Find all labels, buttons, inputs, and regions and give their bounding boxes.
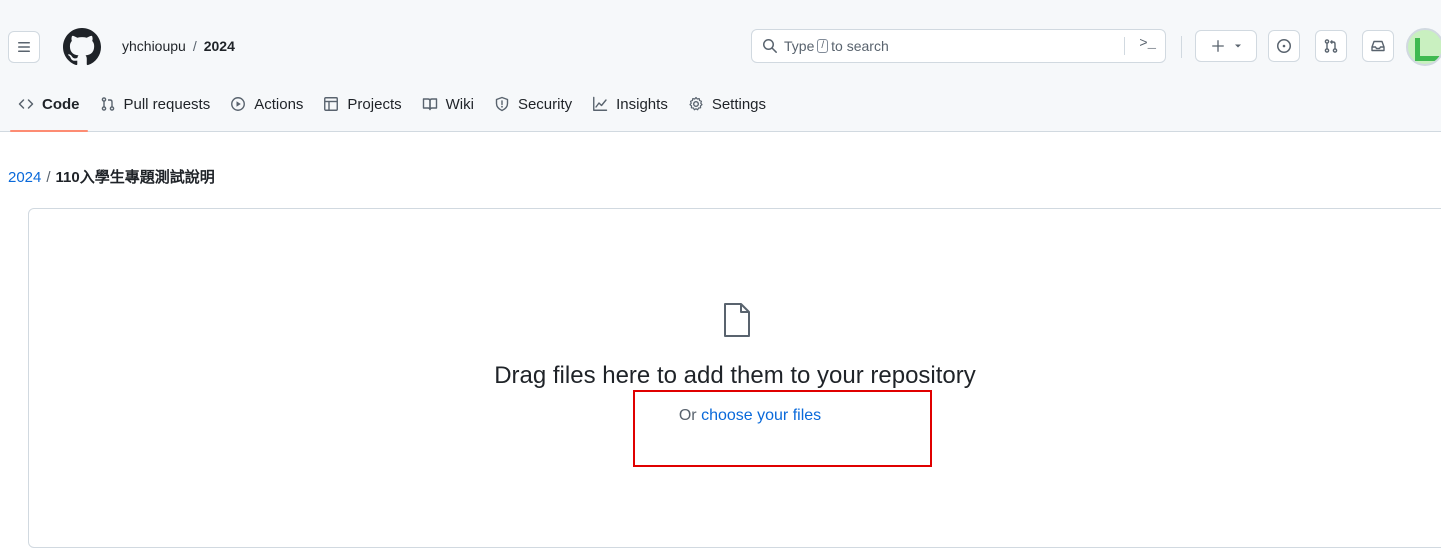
header-divider (1181, 36, 1182, 58)
issues-button[interactable] (1268, 30, 1300, 62)
graph-icon (592, 96, 608, 112)
play-icon (230, 96, 246, 112)
annotation-highlight-box (633, 390, 932, 467)
breadcrumb-repo-link[interactable]: 2024 (8, 169, 41, 186)
three-bars-icon (18, 42, 30, 52)
code-icon (18, 96, 34, 112)
breadcrumb-current-folder: 110入學生專題測試說明 (55, 169, 215, 186)
top-bar: yhchioupu / 2024 Type / to search >_ (0, 0, 1441, 80)
search-placeholder-prefix: Type (784, 38, 815, 54)
user-avatar[interactable] (1406, 28, 1441, 66)
tab-label: Security (517, 95, 573, 113)
issue-opened-icon (1277, 39, 1291, 53)
tab-pull-requests[interactable]: Pull requests (90, 84, 221, 124)
tab-projects[interactable]: Projects (313, 84, 411, 124)
tab-label: Code (42, 95, 80, 113)
tab-label: Insights (616, 95, 668, 113)
triangle-down-icon (1234, 44, 1241, 48)
search-shortcut-key: / (817, 39, 829, 53)
repo-owner-link[interactable]: yhchioupu (122, 38, 186, 54)
breadcrumb: 2024 /110入學生專題測試說明 (8, 166, 215, 187)
file-icon (724, 303, 750, 337)
tab-code[interactable]: Code (8, 84, 90, 132)
repo-path-separator: / (192, 38, 197, 54)
gear-icon (688, 96, 704, 112)
breadcrumb-separator: / (46, 169, 51, 186)
tab-label: Pull requests (123, 95, 211, 113)
github-logo-icon[interactable] (63, 28, 101, 66)
git-pull-request-icon (100, 96, 116, 112)
tab-insights[interactable]: Insights (582, 84, 678, 124)
plus-icon (1211, 40, 1224, 52)
table-icon (323, 96, 339, 112)
repo-path: yhchioupu / 2024 (122, 38, 235, 54)
tab-wiki[interactable]: Wiki (412, 84, 484, 124)
inbox-icon (1371, 40, 1385, 52)
search-icon (762, 38, 778, 54)
command-palette-button[interactable]: >_ (1139, 36, 1156, 52)
app-header: yhchioupu / 2024 Type / to search >_ Code … (0, 0, 1441, 132)
repo-tabs: Code Pull requests Actions Projects Wiki… (8, 84, 776, 132)
tab-label: Settings (711, 95, 767, 113)
repo-name-link[interactable]: 2024 (204, 38, 235, 54)
hamburger-menu-button[interactable] (8, 31, 40, 63)
tab-label: Projects (347, 95, 402, 113)
tab-label: Actions (254, 95, 304, 113)
tab-label: Wiki (445, 95, 474, 113)
search-placeholder-suffix: to search (831, 38, 889, 54)
search-input[interactable]: Type / to search >_ (751, 29, 1166, 63)
git-pull-request-icon (1324, 39, 1338, 53)
tab-security[interactable]: Security (484, 84, 582, 124)
create-new-button[interactable] (1195, 30, 1257, 62)
book-icon (422, 96, 438, 112)
tab-settings[interactable]: Settings (678, 84, 776, 124)
pull-requests-button[interactable] (1315, 30, 1347, 62)
search-divider (1124, 37, 1125, 55)
inbox-button[interactable] (1362, 30, 1394, 62)
drop-zone-title: Drag files here to add them to your repo… (494, 362, 976, 389)
tab-actions[interactable]: Actions (220, 84, 313, 124)
shield-icon (494, 96, 510, 112)
